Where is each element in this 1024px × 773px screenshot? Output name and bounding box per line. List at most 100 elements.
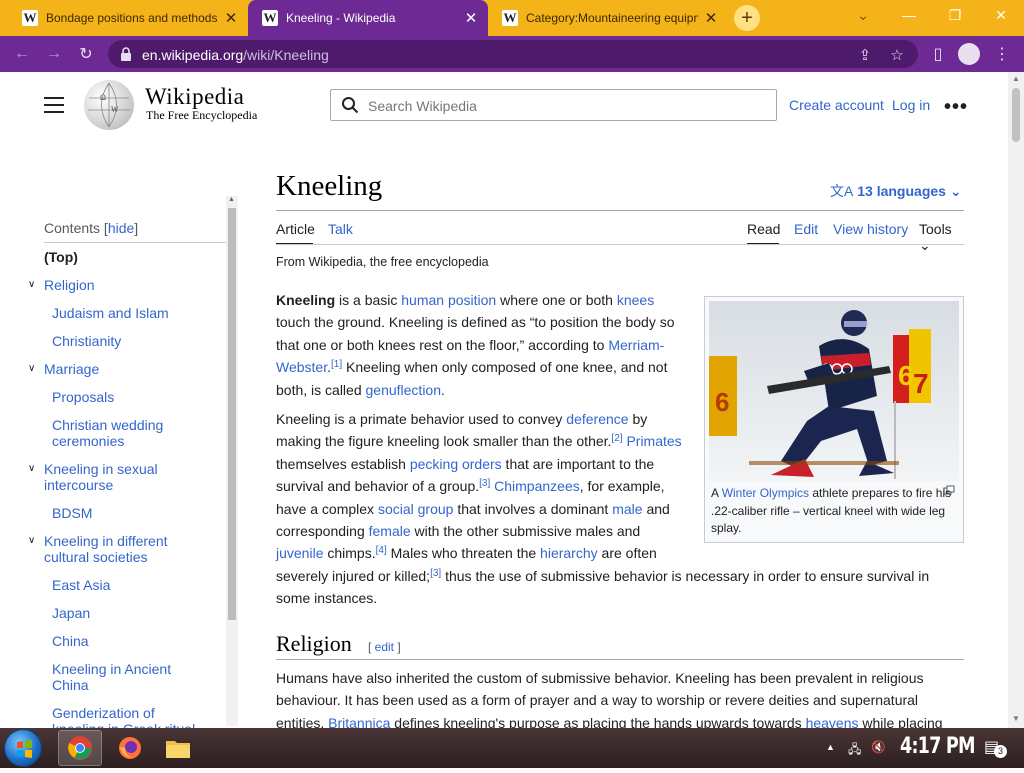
create-account-link[interactable]: Create account	[789, 97, 884, 113]
link-knees[interactable]: knees	[617, 292, 654, 308]
firefox-icon[interactable]	[108, 730, 152, 766]
show-hidden-icons-icon[interactable]: ▲	[826, 742, 835, 752]
toc-item-marriage[interactable]: Marriage	[44, 361, 99, 377]
citation-3b[interactable]: [3]	[430, 568, 441, 579]
chrome-icon[interactable]	[58, 730, 102, 766]
address-bar[interactable]: en.wikipedia.org/wiki/Kneeling ⇪ ☆	[108, 40, 918, 68]
link-britannica[interactable]: Britannica	[328, 715, 390, 728]
language-selector[interactable]: 文A 13 languages ⌄	[830, 181, 962, 201]
tab-talk[interactable]: Talk	[328, 221, 353, 237]
close-tab-icon[interactable]: ✕	[702, 9, 720, 27]
biathlete-photo[interactable]: 6 6 7	[709, 301, 959, 481]
tab-search-icon[interactable]: ⌄	[840, 0, 886, 30]
browser-toolbar: ← → ↻ en.wikipedia.org/wiki/Kneeling ⇪ ☆…	[0, 36, 1024, 72]
wikipedia-globe-logo[interactable]: Ω W	[84, 80, 134, 130]
chevron-down-icon[interactable]: ∨	[28, 279, 35, 290]
tab-kneeling[interactable]: W Kneeling - Wikipedia ✕	[248, 0, 488, 36]
new-tab-button[interactable]: +	[734, 5, 760, 31]
tab-mountaineering-equipment[interactable]: W Category:Mountaineering equipment ✕	[488, 0, 728, 36]
bookmark-star-icon[interactable]: ☆	[888, 46, 906, 64]
toc-item-genderization-of-kneeling[interactable]: Genderization of kneeling in Greek ritua…	[52, 705, 202, 728]
toc-item-kneeling-in-ancient-china[interactable]: Kneeling in Ancient China	[52, 661, 192, 693]
toc-item-religion[interactable]: Religion	[44, 277, 95, 293]
chevron-down-icon[interactable]: ∨	[28, 363, 35, 374]
paragraph-1: Kneeling is a basic human position where…	[276, 292, 675, 398]
reload-button[interactable]: ↻	[74, 42, 98, 66]
citation-3[interactable]: [3]	[479, 478, 490, 489]
tab-article[interactable]: Article	[276, 221, 315, 237]
side-panel-icon[interactable]: ▯	[926, 42, 950, 66]
tab-view-history[interactable]: View history	[833, 221, 908, 237]
citation-1[interactable]: [1]	[331, 359, 342, 370]
toc-hide-link[interactable]: hide	[108, 220, 134, 236]
toc-item-christian-wedding-ceremonies[interactable]: Christian wedding ceremonies	[52, 417, 192, 449]
toc-scrollbar[interactable]: ▲	[226, 196, 238, 726]
edit-religion-link[interactable]: edit	[375, 640, 394, 654]
page-scrollbar[interactable]: ▲ ▼	[1008, 72, 1024, 728]
toc-item-christianity[interactable]: Christianity	[52, 333, 121, 349]
close-tab-icon[interactable]: ✕	[462, 9, 480, 27]
scroll-up-arrow-icon[interactable]: ▲	[1011, 74, 1021, 83]
action-center-icon[interactable]: ▤ 3	[984, 737, 1007, 758]
link-merriam-webster-2[interactable]: Webster	[276, 359, 327, 375]
toc-item-proposals[interactable]: Proposals	[52, 389, 114, 405]
close-window-button[interactable]: ✕	[978, 0, 1024, 30]
toc-item-judaism-and-islam[interactable]: Judaism and Islam	[52, 305, 169, 321]
chrome-menu-icon[interactable]: ⋮	[990, 42, 1014, 66]
tab-bondage-positions[interactable]: W Bondage positions and methods ✕	[8, 0, 248, 36]
link-human-position[interactable]: human position	[401, 292, 496, 308]
link-social-group[interactable]: social group	[378, 501, 454, 517]
log-in-link[interactable]: Log in	[892, 97, 930, 113]
link-merriam-webster[interactable]: Merriam-	[608, 337, 664, 353]
toc-item-east-asia[interactable]: East Asia	[52, 577, 110, 593]
windows-start-icon[interactable]	[4, 729, 42, 767]
forward-button[interactable]: →	[42, 42, 66, 66]
tools-menu[interactable]: Tools ⌄	[919, 221, 964, 254]
network-icon[interactable]: 🖧	[848, 740, 861, 761]
scroll-up-arrow-icon[interactable]: ▲	[228, 196, 235, 203]
restore-button[interactable]: ❐	[932, 0, 978, 30]
toc-item-top[interactable]: (Top)	[44, 249, 78, 265]
profile-avatar-icon[interactable]	[958, 43, 980, 65]
page-scroll-thumb[interactable]	[1012, 88, 1020, 142]
user-menu-icon[interactable]: •••	[944, 96, 968, 119]
citation-2[interactable]: [2]	[611, 433, 622, 444]
page-tabs: Article Talk Read Edit View history Tool…	[276, 221, 964, 253]
scroll-down-arrow-icon[interactable]: ▼	[1011, 714, 1021, 723]
link-chimpanzees[interactable]: Chimpanzees	[494, 478, 580, 494]
minimize-button[interactable]: —	[886, 0, 932, 30]
toc-item-kneeling-in-different-cultural-societies[interactable]: Kneeling in different cultural societies	[44, 533, 194, 565]
tab-edit[interactable]: Edit	[794, 221, 818, 237]
tab-read[interactable]: Read	[747, 221, 780, 237]
link-heavens[interactable]: heavens	[806, 715, 859, 728]
volume-muted-icon[interactable]: 🔇	[871, 740, 886, 754]
close-tab-icon[interactable]: ✕	[222, 9, 240, 27]
link-hierarchy[interactable]: hierarchy	[540, 545, 598, 561]
link-juvenile[interactable]: juvenile	[276, 545, 323, 561]
link-male[interactable]: male	[612, 501, 642, 517]
link-winter-olympics[interactable]: Winter Olympics	[722, 486, 809, 500]
toc-item-kneeling-in-sexual-intercourse[interactable]: Kneeling in sexual intercourse	[44, 461, 184, 493]
windows-taskbar: ▲ 🖧 🔇 4:17 PM ▤ 3	[0, 728, 1024, 768]
share-icon[interactable]: ⇪	[856, 46, 874, 64]
taskbar-clock[interactable]: 4:17 PM	[900, 734, 976, 759]
chevron-down-icon[interactable]: ∨	[28, 463, 35, 474]
lock-icon	[121, 47, 131, 61]
link-pecking-orders[interactable]: pecking orders	[410, 456, 502, 472]
toc-item-bdsm[interactable]: BDSM	[52, 505, 92, 521]
back-button[interactable]: ←	[10, 42, 34, 66]
search-input[interactable]: Search Wikipedia	[330, 89, 777, 121]
chevron-down-icon[interactable]: ∨	[28, 535, 35, 546]
main-menu-icon[interactable]	[44, 97, 64, 113]
toc-scroll-thumb[interactable]	[228, 208, 236, 620]
toc-item-china[interactable]: China	[52, 633, 89, 649]
link-female[interactable]: female	[369, 523, 411, 539]
wikipedia-wordmark[interactable]: Wikipedia	[145, 84, 244, 110]
citation-4[interactable]: [4]	[376, 545, 387, 556]
toc-item-japan[interactable]: Japan	[52, 605, 90, 621]
link-primates[interactable]: Primates	[626, 433, 681, 449]
file-explorer-icon[interactable]	[156, 730, 200, 766]
link-genuflection[interactable]: genuflection	[366, 382, 442, 398]
wikipedia-favicon-icon: W	[22, 10, 38, 26]
link-deference[interactable]: deference	[566, 411, 628, 427]
